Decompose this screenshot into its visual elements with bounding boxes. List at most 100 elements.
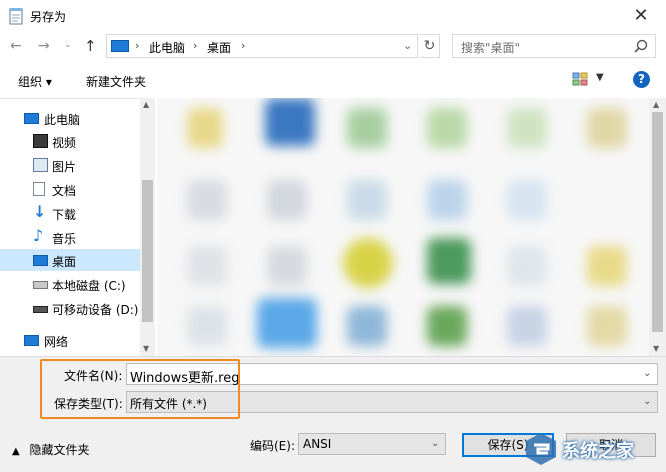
watermark: 系统之家 <box>520 425 666 472</box>
watermark-logo-icon <box>526 433 556 465</box>
scrollbar-thumb[interactable] <box>652 112 663 332</box>
file-item[interactable] <box>187 180 227 220</box>
organize-button[interactable]: 组织 ▾ <box>18 73 52 90</box>
file-item[interactable] <box>343 238 393 288</box>
chevron-right-icon[interactable]: › <box>241 39 245 52</box>
nav-item-label: 视频 <box>52 136 77 150</box>
view-options-icon[interactable] <box>572 72 588 86</box>
file-item[interactable] <box>507 306 547 346</box>
chevron-down-icon[interactable]: ⌄ <box>643 396 651 407</box>
file-item[interactable] <box>257 298 317 348</box>
file-item[interactable] <box>267 180 307 220</box>
nav-item-pictures[interactable]: 图片 <box>0 154 140 176</box>
file-item[interactable] <box>347 108 387 148</box>
network-icon <box>24 335 39 346</box>
chevron-up-icon: ▲ <box>12 446 20 457</box>
scroll-up-icon[interactable]: ▲ <box>143 100 149 109</box>
nav-item-label: 网络 <box>44 335 69 349</box>
pc-icon <box>24 113 39 124</box>
file-item[interactable] <box>187 108 223 148</box>
nav-item-label: 桌面 <box>52 255 77 269</box>
address-bar[interactable]: › 此电脑 › 桌面 › ⌄ <box>106 34 418 58</box>
nav-item-label: 音乐 <box>52 232 77 246</box>
nav-item-removable-d[interactable]: 可移动设备 (D:) <box>0 297 140 319</box>
file-item[interactable] <box>427 180 467 220</box>
file-item[interactable] <box>265 98 315 146</box>
search-input[interactable]: 搜索"桌面" <box>452 34 656 58</box>
nav-item-music[interactable]: ♪ 音乐 <box>0 226 140 248</box>
back-arrow-icon[interactable]: ← <box>10 38 22 54</box>
title-bar: 另存为 ✕ <box>0 0 666 32</box>
pc-icon <box>111 40 129 52</box>
nav-item-label: 可移动设备 (D:) <box>52 303 139 317</box>
download-icon: ↓ <box>33 202 47 221</box>
music-icon: ♪ <box>33 226 44 245</box>
nav-item-label: 此电脑 <box>44 113 81 127</box>
nav-item-local-disk-c[interactable]: 本地磁盘 (C:) <box>0 273 140 295</box>
highlight-box <box>40 359 240 419</box>
navigation-pane: 此电脑 视频 图片 文档 ↓ 下载 ♪ 音乐 桌面 本地磁盘 (C:) 可移动设… <box>0 98 155 356</box>
file-item[interactable] <box>187 306 227 346</box>
nav-item-label: 文档 <box>52 184 77 198</box>
file-item[interactable] <box>587 108 627 148</box>
file-item[interactable] <box>587 306 627 346</box>
nav-item-this-pc[interactable]: 此电脑 <box>0 107 140 129</box>
nav-item-desktop[interactable]: 桌面 <box>0 249 140 271</box>
hide-folders-label: 隐藏文件夹 <box>29 443 90 457</box>
new-folder-button[interactable]: 新建文件夹 <box>86 73 146 90</box>
up-arrow-icon[interactable]: ↑ <box>84 37 97 55</box>
nav-item-videos[interactable]: 视频 <box>0 130 140 152</box>
chevron-down-icon[interactable]: ▼ <box>596 72 604 83</box>
scroll-down-icon[interactable]: ▼ <box>143 344 149 353</box>
chevron-down-icon[interactable]: ⌄ <box>403 39 412 52</box>
close-button[interactable]: ✕ <box>626 4 656 28</box>
desktop-icon <box>33 255 48 266</box>
scroll-up-icon[interactable]: ▲ <box>653 100 659 109</box>
scroll-down-icon[interactable]: ▼ <box>653 344 659 353</box>
encoding-label: 编码(E): <box>250 439 295 453</box>
chevron-right-icon: › <box>135 39 140 52</box>
nav-item-network[interactable]: 网络 <box>0 329 140 351</box>
watermark-text: 系统之家 <box>562 441 634 462</box>
file-item[interactable] <box>427 108 467 148</box>
file-list-scrollbar[interactable]: ▲ ▼ <box>649 98 666 356</box>
chevron-down-icon[interactable]: ⌄ <box>431 438 439 449</box>
file-item[interactable] <box>267 246 307 286</box>
chevron-right-icon: › <box>193 39 198 52</box>
encoding-select[interactable]: ANSI ⌄ <box>298 433 446 455</box>
breadcrumb-this-pc[interactable]: 此电脑 <box>149 39 185 56</box>
file-item[interactable] <box>427 306 467 346</box>
refresh-button[interactable]: ↻ <box>420 34 440 58</box>
window-title: 另存为 <box>30 10 67 24</box>
nav-scrollbar-thumb[interactable] <box>142 180 153 322</box>
recent-dropdown-icon[interactable]: ⌄ <box>64 40 72 50</box>
file-item[interactable] <box>347 180 387 220</box>
file-item[interactable] <box>507 108 547 148</box>
document-icon <box>33 182 45 196</box>
search-placeholder: 搜索"桌面" <box>461 41 521 55</box>
breadcrumb-desktop[interactable]: 桌面 <box>207 39 231 56</box>
nav-item-downloads[interactable]: ↓ 下载 <box>0 202 140 224</box>
chevron-down-icon[interactable]: ⌄ <box>643 368 651 379</box>
nav-item-label: 下载 <box>52 208 77 222</box>
help-icon[interactable]: ? <box>633 71 650 88</box>
removable-drive-icon <box>33 306 48 313</box>
nav-item-label: 本地磁盘 (C:) <box>52 279 126 293</box>
toolbar: 组织 ▾ 新建文件夹 <box>0 66 666 96</box>
file-item[interactable] <box>187 246 227 286</box>
video-icon <box>33 134 48 148</box>
search-icon[interactable] <box>633 38 649 54</box>
file-item[interactable] <box>507 180 547 220</box>
file-item[interactable] <box>587 246 627 286</box>
file-list-area[interactable] <box>157 98 649 356</box>
file-item[interactable] <box>427 238 471 284</box>
forward-arrow-icon[interactable]: → <box>38 38 50 54</box>
hide-folders-toggle[interactable]: ▲ 隐藏文件夹 <box>12 441 90 458</box>
nav-item-label: 图片 <box>52 160 77 174</box>
nav-item-documents[interactable]: 文档 <box>0 178 140 200</box>
drive-icon <box>33 281 48 289</box>
picture-icon <box>33 158 48 172</box>
file-item[interactable] <box>347 306 387 346</box>
encoding-value: ANSI <box>303 437 332 451</box>
file-item[interactable] <box>507 246 547 286</box>
